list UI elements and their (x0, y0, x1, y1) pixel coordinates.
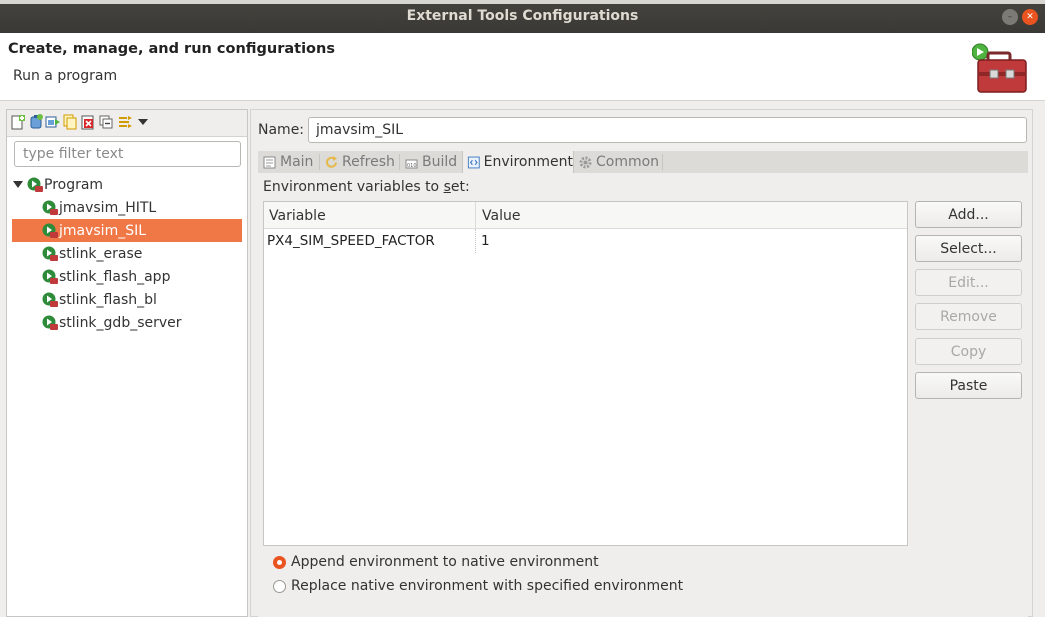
delete-icon[interactable] (80, 114, 96, 130)
column-header-value[interactable]: Value (477, 202, 907, 229)
main-tab-icon (263, 156, 276, 168)
program-launch-icon (27, 177, 43, 192)
tree-item[interactable]: stlink_gdb_server (12, 311, 242, 334)
tree-item[interactable]: stlink_flash_app (12, 265, 242, 288)
tab-refresh[interactable]: Refresh (320, 151, 400, 173)
edit-button[interactable]: Edit... (915, 269, 1022, 296)
filter-input[interactable] (14, 141, 241, 167)
table-header: Variable Value (264, 202, 907, 229)
environment-variables-table[interactable]: Variable Value PX4_SIM_SPEED_FACTOR 1 (263, 201, 908, 546)
tab-label: Build (422, 154, 458, 170)
tree-item[interactable]: jmavsim_HITL (12, 196, 242, 219)
tab-build[interactable]: 010 Build (400, 151, 462, 173)
tree-item-label: stlink_flash_bl (59, 291, 157, 308)
header-subtitle: Run a program (13, 68, 118, 84)
select-button[interactable]: Select... (915, 235, 1022, 262)
column-header-variable[interactable]: Variable (264, 202, 476, 229)
replace-environment-radio[interactable]: Replace native environment with specifie… (273, 578, 683, 594)
tree-item-label: jmavsim_HITL (59, 199, 157, 216)
tree-item-label: jmavsim_SIL (59, 222, 147, 239)
tab-label: Main (280, 154, 314, 170)
new-config-icon[interactable] (10, 114, 26, 130)
name-label: Name: (258, 122, 305, 138)
tree-category-program[interactable]: Program (13, 173, 243, 196)
close-icon: ✕ (1026, 11, 1034, 22)
program-launch-icon (42, 315, 58, 330)
tree-category-label: Program (44, 176, 104, 193)
filter-icon[interactable] (117, 114, 133, 130)
tab-main[interactable]: Main (258, 151, 320, 173)
collapse-all-icon[interactable] (98, 114, 114, 130)
tree-item-label: stlink_erase (59, 245, 143, 262)
tree-item-label: stlink_flash_app (59, 268, 171, 285)
gear-icon (579, 156, 592, 168)
remove-button[interactable]: Remove (915, 303, 1022, 330)
top-strip (0, 0, 1045, 4)
window-title: External Tools Configurations (406, 8, 639, 24)
select-button-label: Select... (940, 240, 997, 257)
minimize-button[interactable]: – (1002, 9, 1018, 25)
tree-item-selected[interactable]: jmavsim_SIL (12, 219, 242, 242)
cell-value: 1 (481, 233, 490, 249)
minimize-icon: – (1007, 11, 1013, 22)
program-launch-icon (42, 246, 58, 261)
tab-bar: Main Refresh 010 Build Environment Commo… (258, 151, 1028, 173)
tab-label: Common (596, 154, 660, 170)
radio-indicator[interactable] (273, 555, 286, 569)
view-menu-icon[interactable] (137, 116, 149, 128)
cell-variable: PX4_SIM_SPEED_FACTOR (264, 229, 476, 253)
replace-radio-label: Replace native environment with specifie… (291, 578, 684, 594)
program-launch-icon (42, 200, 58, 215)
tree-item[interactable]: stlink_flash_bl (12, 288, 242, 311)
label-suffix: et: (450, 179, 470, 195)
tab-label: Refresh (342, 154, 395, 170)
paste-button[interactable]: Paste (915, 372, 1022, 399)
tab-environment[interactable]: Environment (462, 151, 574, 173)
add-button[interactable]: Add... (915, 201, 1022, 228)
table-row[interactable]: PX4_SIM_SPEED_FACTOR 1 (264, 229, 907, 253)
remove-button-label: Remove (940, 308, 997, 325)
configuration-editor: Name: Main Refresh 010 Build Environment… (250, 109, 1033, 617)
tab-label: Environment (483, 154, 573, 170)
append-environment-radio[interactable]: Append environment to native environment (273, 554, 599, 570)
dialog-header: Create, manage, and run configurations R… (0, 33, 1045, 101)
configurations-panel: Program jmavsim_HITL jmavsim_SIL stlink_… (6, 109, 248, 617)
copy-button[interactable]: Copy (915, 338, 1022, 365)
expand-arrow-icon[interactable] (13, 181, 23, 188)
program-launch-icon (42, 292, 58, 307)
tree-item[interactable]: stlink_erase (12, 242, 242, 265)
header-title: Create, manage, and run configurations (8, 41, 335, 57)
program-launch-icon (42, 223, 58, 238)
copy-button-label: Copy (950, 343, 987, 360)
tree-item-label: stlink_gdb_server (59, 314, 182, 331)
environment-icon (467, 156, 480, 168)
build-icon: 010 (405, 159, 418, 169)
tab-separator (662, 154, 663, 170)
toolbox-run-icon (972, 43, 1027, 93)
program-launch-icon (42, 269, 58, 284)
new-prototype-icon[interactable] (28, 114, 44, 130)
paste-button-label: Paste (949, 377, 988, 394)
environment-tab-content: Environment variables to set: Variable V… (258, 173, 1028, 617)
add-button-label: Add... (948, 206, 989, 223)
configurations-toolbar (7, 110, 247, 137)
radio-indicator[interactable] (273, 579, 286, 593)
export-icon[interactable] (45, 114, 61, 130)
label-mnemonic: s (443, 179, 451, 195)
tab-common[interactable]: Common (574, 151, 662, 173)
close-button[interactable]: ✕ (1022, 9, 1038, 25)
append-radio-label: Append environment to native environment (291, 554, 599, 570)
edit-button-label: Edit... (948, 274, 989, 291)
name-input[interactable] (308, 117, 1027, 143)
window-titlebar[interactable]: External Tools Configurations – ✕ (0, 0, 1045, 33)
svg-text:010: 010 (407, 163, 417, 169)
environment-variables-label: Environment variables to set: (263, 179, 470, 195)
duplicate-icon[interactable] (62, 114, 78, 130)
refresh-icon (326, 155, 337, 168)
label-prefix: Environment variables to (263, 179, 444, 195)
